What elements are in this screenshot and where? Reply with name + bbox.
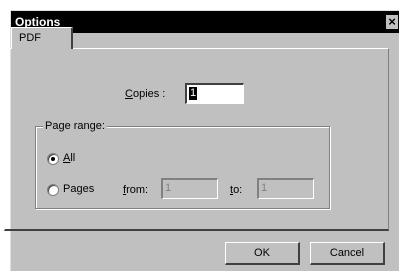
ok-button[interactable]: OK	[225, 242, 300, 265]
tab-panel	[4, 48, 389, 231]
tab-pdf[interactable]: PDF	[11, 27, 73, 49]
close-icon[interactable]: ×	[386, 15, 398, 29]
cancel-button[interactable]: Cancel	[310, 242, 385, 265]
tab-label: PDF	[19, 32, 41, 44]
